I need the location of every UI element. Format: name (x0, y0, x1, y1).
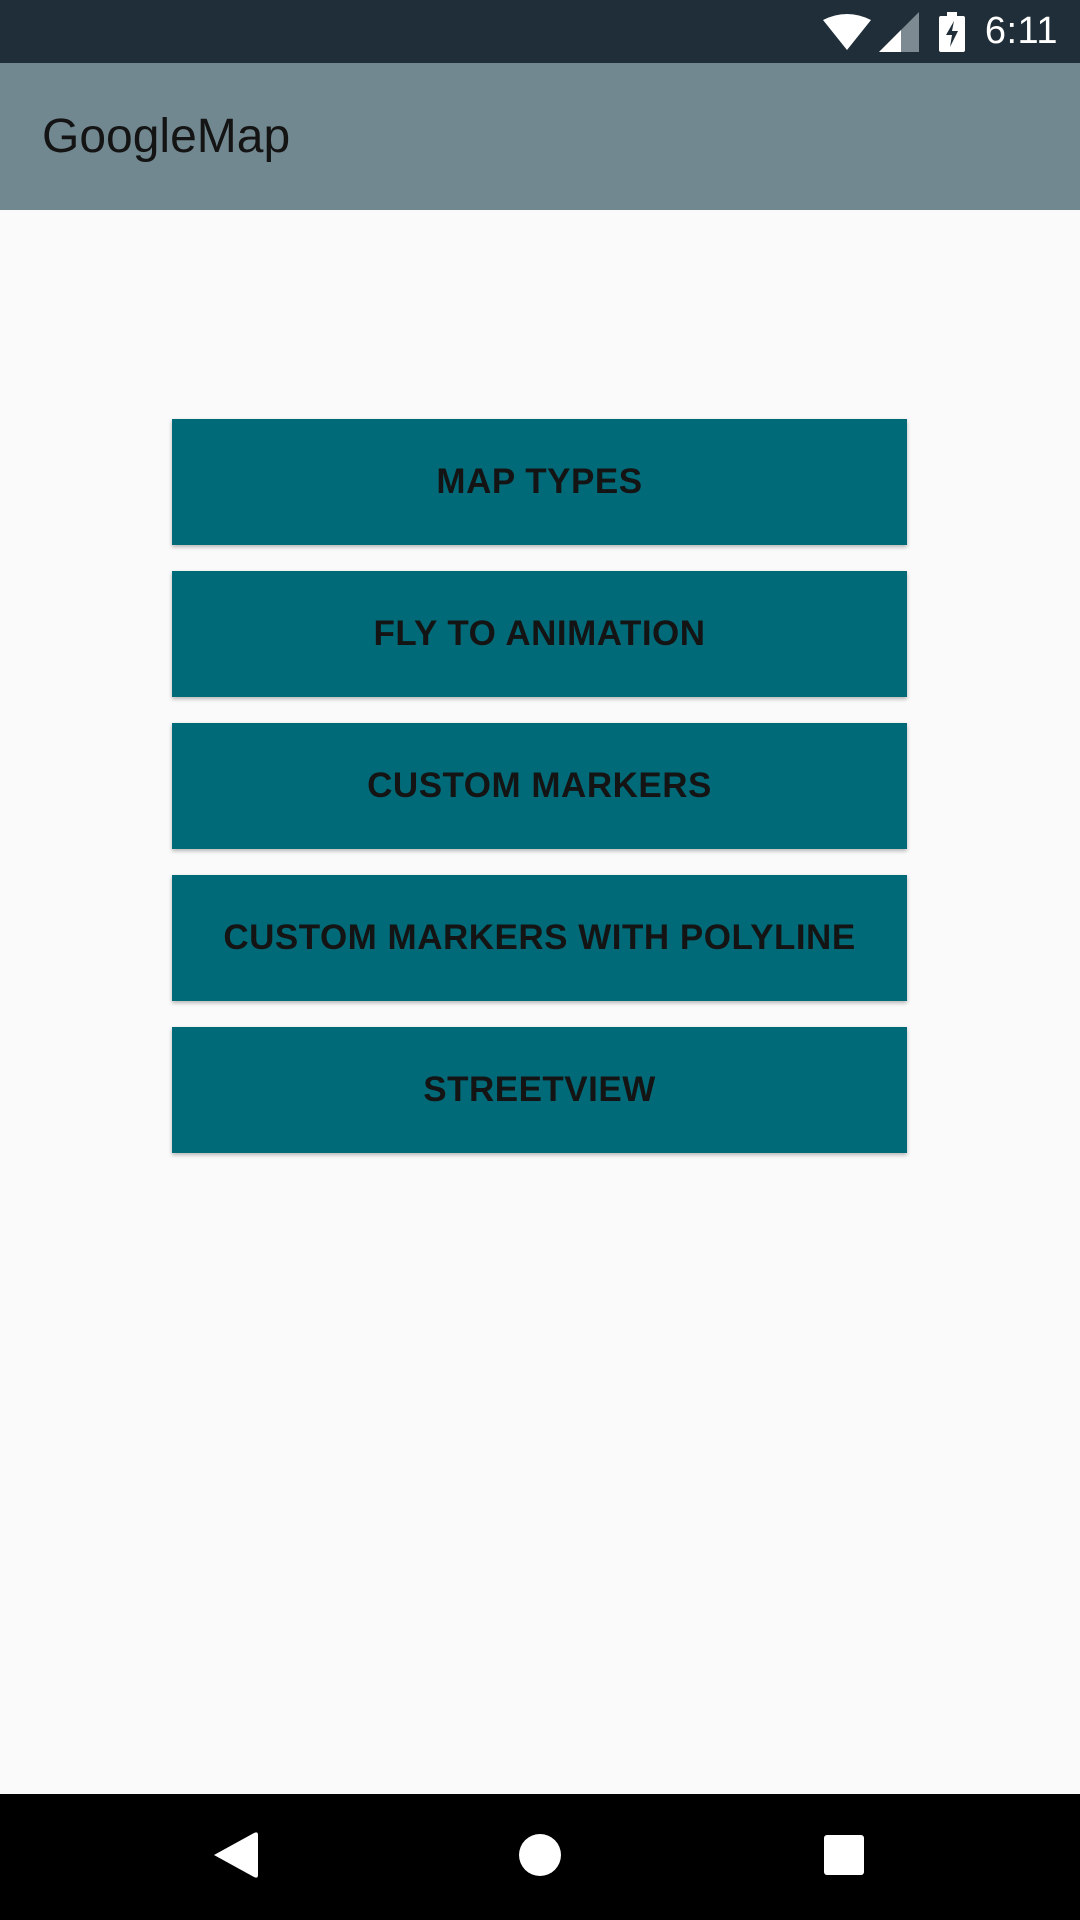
screen: 6:11 GoogleMap MAP TYPES FLY TO ANIMATIO… (0, 0, 1080, 1920)
app-title: GoogleMap (42, 110, 291, 163)
home-icon (518, 1833, 562, 1882)
battery-charging-icon (938, 11, 965, 52)
custom-markers-button[interactable]: CUSTOM MARKERS (172, 723, 907, 849)
streetview-button[interactable]: STREETVIEW (172, 1027, 907, 1153)
recents-icon (824, 1834, 864, 1880)
recents-button[interactable] (774, 1794, 914, 1920)
status-icons: 6:11 (822, 0, 1058, 63)
custom-markers-polyline-button[interactable]: CUSTOM MARKERS WITH POLYLINE (172, 875, 907, 1001)
back-icon (214, 1831, 258, 1884)
app-bar: GoogleMap (0, 63, 1080, 210)
status-time: 6:11 (984, 10, 1058, 52)
home-button[interactable] (470, 1794, 610, 1920)
nav-bar (0, 1794, 1080, 1920)
wifi-icon (822, 13, 871, 50)
menu-buttons: MAP TYPES FLY TO ANIMATION CUSTOM MARKER… (172, 419, 907, 1179)
signal-icon (878, 11, 919, 52)
map-types-button[interactable]: MAP TYPES (172, 419, 907, 545)
back-button[interactable] (166, 1794, 306, 1920)
fly-to-animation-button[interactable]: FLY TO ANIMATION (172, 571, 907, 697)
status-bar: 6:11 (0, 0, 1080, 63)
